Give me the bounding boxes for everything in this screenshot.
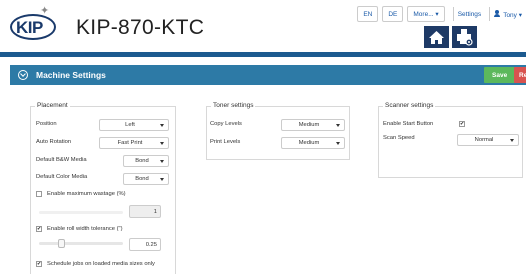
- placement-legend: Placement: [35, 102, 70, 109]
- chevron-down-icon: [336, 141, 340, 145]
- reset-button[interactable]: Reset: [514, 67, 526, 83]
- app-header: ✦ KIP KIP-870-KTC EN DE More... ▾ Settin…: [0, 0, 526, 52]
- lang-en-button[interactable]: EN: [357, 6, 379, 22]
- max-wastage-input[interactable]: 1: [129, 205, 161, 218]
- more-menu-button[interactable]: More... ▾: [407, 6, 445, 22]
- auto-rotation-label: Auto Rotation: [36, 139, 72, 145]
- print-levels-label: Print Levels: [210, 139, 241, 145]
- top-nav: EN DE More... ▾ Settings Tony ▾: [357, 6, 526, 22]
- kip-logo: ✦ KIP: [10, 5, 58, 40]
- scan-speed-value: Normal: [474, 137, 494, 143]
- max-wastage-label: Enable maximum wastage (%): [47, 191, 126, 197]
- scanner-fieldset: Scanner settings Enable Start Button Sca…: [378, 102, 523, 178]
- tab-home[interactable]: [424, 26, 449, 48]
- chevron-down-icon: [336, 123, 340, 127]
- nav-divider: [489, 7, 491, 21]
- max-wastage-slider[interactable]: [39, 211, 123, 214]
- schedule-jobs-label: Schedule jobs on loaded media sizes only: [47, 261, 155, 267]
- default-color-media-label: Default Color Media: [36, 174, 88, 180]
- default-bw-media-value: Bond: [135, 158, 149, 164]
- default-color-media-value: Bond: [135, 176, 149, 182]
- print-levels-select[interactable]: Medium: [281, 137, 345, 149]
- enable-start-button-checkbox[interactable]: [459, 121, 465, 127]
- scanner-legend: Scanner settings: [383, 102, 436, 109]
- scan-speed-label: Scan Speed: [383, 135, 415, 141]
- printer-settings-icon: [457, 29, 473, 46]
- user-name: Tony ▾: [503, 11, 522, 19]
- auto-rotation-value: Fast Print: [117, 140, 143, 146]
- panel-title: Machine Settings: [36, 70, 106, 80]
- header-divider-bar: [0, 52, 526, 57]
- schedule-jobs-checkbox[interactable]: [36, 261, 42, 267]
- user-menu[interactable]: Tony ▾: [494, 9, 522, 19]
- roll-width-slider[interactable]: [39, 242, 123, 245]
- default-bw-media-select[interactable]: Bond: [123, 155, 169, 167]
- copy-levels-select[interactable]: Medium: [281, 119, 345, 131]
- save-button[interactable]: Save: [484, 67, 516, 83]
- nav-divider: [452, 7, 454, 21]
- home-icon: [429, 31, 444, 44]
- enable-start-button-label: Enable Start Button: [383, 121, 434, 127]
- settings-link[interactable]: Settings: [458, 11, 482, 18]
- collapse-chevron-icon[interactable]: [18, 70, 28, 80]
- roll-width-checkbox[interactable]: [36, 226, 42, 232]
- toner-legend: Toner settings: [211, 102, 256, 109]
- max-wastage-checkbox[interactable]: [36, 191, 42, 197]
- logo-star-icon: ✦: [40, 5, 50, 17]
- copy-levels-value: Medium: [298, 122, 320, 128]
- logo-text: KIP: [16, 18, 43, 37]
- tab-machine-settings[interactable]: [452, 26, 477, 48]
- chevron-down-icon: [160, 123, 164, 127]
- print-levels-value: Medium: [298, 140, 320, 146]
- chevron-down-icon: [160, 177, 164, 181]
- roll-width-label: Enable roll width tolerance ("): [47, 226, 123, 232]
- copy-levels-label: Copy Levels: [210, 121, 242, 127]
- default-bw-media-label: Default B&W Media: [36, 157, 87, 163]
- auto-rotation-select[interactable]: Fast Print: [99, 137, 169, 149]
- default-color-media-select[interactable]: Bond: [123, 173, 169, 185]
- chevron-down-icon: [510, 138, 514, 142]
- chevron-down-icon: [160, 159, 164, 163]
- page-title: KIP-870-KTC: [76, 16, 205, 39]
- user-icon: [494, 9, 501, 17]
- position-label: Position: [36, 121, 57, 127]
- toner-fieldset: Toner settings Copy Levels Medium Print …: [206, 102, 350, 160]
- lang-de-button[interactable]: DE: [382, 6, 404, 22]
- placement-fieldset: Placement Position Left Auto Rotation Fa…: [30, 102, 176, 274]
- scan-speed-select[interactable]: Normal: [457, 134, 519, 146]
- roll-width-input[interactable]: 0.25: [129, 238, 161, 251]
- roll-width-slider-handle[interactable]: [58, 239, 66, 248]
- machine-settings-header: Machine Settings Save Reset: [10, 65, 526, 85]
- position-select[interactable]: Left: [99, 119, 169, 131]
- position-value: Left: [125, 122, 135, 128]
- chevron-down-icon: [160, 141, 164, 145]
